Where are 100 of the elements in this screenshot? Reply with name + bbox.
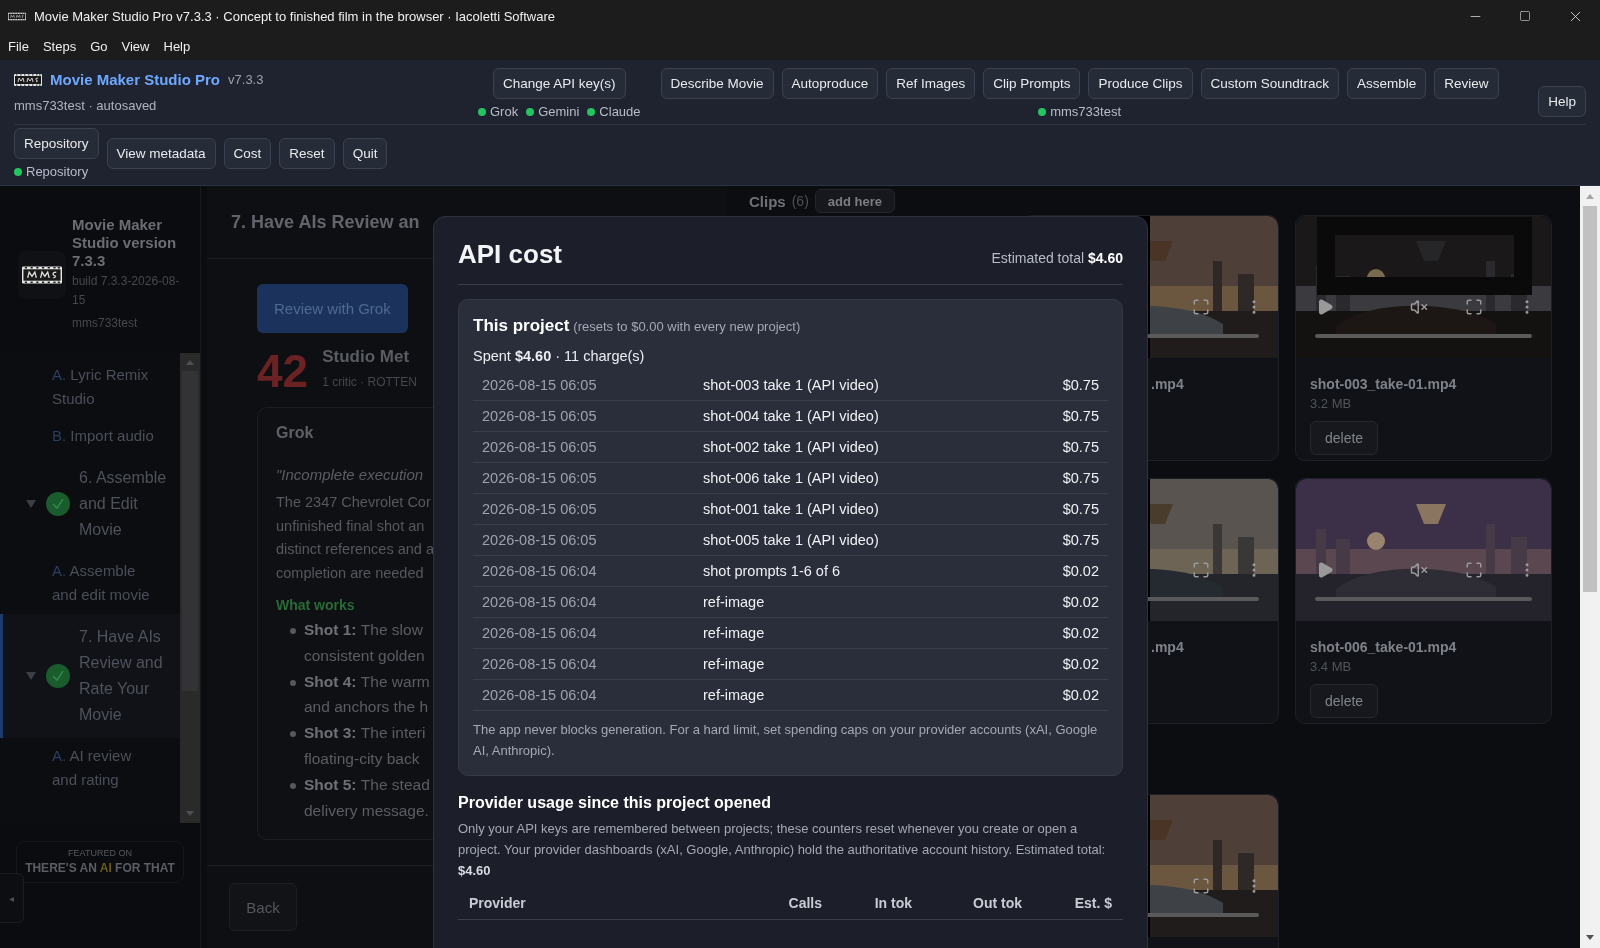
charge-cost: $0.02 [1062, 594, 1099, 610]
section-title: Provider usage since this project opened [458, 794, 772, 812]
menu-item[interactable]: View [114, 38, 157, 54]
charge-item: ref-image [703, 594, 766, 610]
charge-item: ref-image [703, 625, 766, 641]
fullscreen-icon[interactable] [1192, 561, 1210, 579]
step-button[interactable]: Autoproduce [781, 68, 879, 99]
charge-time: 2026-08-15 06:05 [482, 470, 598, 486]
bullet-icon [290, 628, 296, 634]
provider-status: Claude [587, 104, 641, 119]
charge-time: 2026-08-15 06:04 [482, 687, 598, 703]
action-button[interactable]: View metadata [106, 138, 216, 169]
clip-size: 3.4 MB [1310, 659, 1353, 674]
section-heading: What works [276, 597, 355, 613]
charge-cost: $0.75 [1062, 532, 1099, 548]
step-button[interactable]: Custom Soundtrack [1200, 68, 1340, 99]
charge-cost: $0.75 [1062, 470, 1099, 486]
menu-item[interactable]: Steps [35, 38, 84, 54]
play-icon[interactable] [1316, 298, 1334, 316]
review-quote: "Incomplete execution [276, 466, 424, 483]
charge-cost: $0.75 [1062, 501, 1099, 517]
charge-item: ref-image [703, 687, 766, 703]
charge-item: shot-004 take 1 (API video) [703, 408, 880, 424]
review-text: completion are needed [276, 563, 424, 583]
clip-name: .mp4 [1151, 376, 1184, 392]
app-name: Movie Maker Studio Pro [50, 71, 221, 88]
charge-item: shot prompts 1-6 of 6 [703, 563, 841, 579]
action-button[interactable]: Reset [279, 138, 335, 169]
clip-name: shot-006_take-01.mp4 [1310, 639, 1457, 655]
menu-item[interactable]: Help [156, 38, 198, 54]
clip-name: shot-003_take-01.mp4 [1310, 376, 1457, 392]
fullscreen-icon[interactable] [1465, 561, 1483, 579]
clip-size: 3.2 MB [1310, 396, 1353, 411]
charge-cost: $0.02 [1062, 656, 1099, 672]
review-text: Shot 5: The stead [304, 774, 430, 795]
progress-track[interactable] [1315, 597, 1532, 601]
scrollbar[interactable] [180, 353, 200, 823]
review-text: Shot 3: The interi [304, 723, 426, 744]
featured-brand: THERE'S AN AI FOR THAT [25, 861, 175, 876]
scroll-down-icon[interactable] [1585, 932, 1595, 942]
action-button[interactable]: Quit [342, 138, 388, 169]
bullet-icon [290, 782, 296, 789]
app-logo-icon [8, 11, 26, 21]
fullscreen-icon[interactable] [1465, 298, 1483, 316]
step-button[interactable]: Clip Prompts [983, 68, 1081, 99]
account-status: mms733test [1038, 104, 1121, 119]
action-button[interactable]: Cost [223, 138, 272, 169]
step-button[interactable]: Produce Clips [1088, 68, 1193, 99]
provider-status: Grok [478, 104, 519, 119]
progress-track[interactable] [1315, 334, 1532, 338]
charge-time: 2026-08-15 06:04 [482, 625, 598, 641]
charge-item: shot-006 take 1 (API video) [703, 470, 880, 486]
help-button[interactable]: Help [1538, 85, 1586, 117]
step-button[interactable]: Describe Movie [660, 68, 774, 99]
play-icon[interactable] [1316, 561, 1334, 579]
maximize-icon[interactable] [1519, 10, 1531, 22]
review-text: unfinished final shot an [276, 516, 425, 536]
charge-item: shot-005 take 1 (API video) [703, 532, 880, 548]
app-version: v7.3.3 [228, 72, 264, 87]
fullscreen-icon[interactable] [1192, 877, 1210, 895]
menu-item[interactable]: File [1, 38, 36, 54]
mute-icon[interactable] [1410, 561, 1428, 579]
fullscreen-icon[interactable] [1192, 298, 1210, 316]
bullet-icon [290, 731, 296, 738]
user-label: mms733test [72, 315, 139, 332]
clips-count: (6) [791, 193, 809, 209]
step-button[interactable]: Ref Images [886, 68, 976, 99]
column-header: Provider [469, 895, 527, 911]
charge-cost: $0.75 [1062, 377, 1099, 393]
menu-item[interactable]: Go [83, 38, 115, 54]
section-note: (resets to $0.00 with every new project) [573, 319, 801, 334]
step-button[interactable]: Review [1434, 68, 1499, 99]
api-keys-button[interactable]: Change API key(s) [493, 68, 626, 99]
score-title: Studio Met [322, 347, 411, 367]
add-here-button[interactable]: add here [814, 189, 895, 213]
repository-button[interactable]: Repository [14, 128, 99, 159]
clip-name: .mp4 [1151, 639, 1184, 655]
charge-item: shot-001 take 1 (API video) [703, 501, 880, 517]
app-logo-icon [14, 72, 42, 87]
charge-item: shot-003 take 1 (API video) [703, 377, 880, 393]
charge-time: 2026-08-15 06:05 [482, 408, 598, 424]
spent-summary: Spent $4.60 · 11 charge(s) [473, 348, 646, 364]
scrollbar-thumb[interactable] [1583, 206, 1597, 592]
clips-title: Clips [749, 192, 786, 210]
review-text: distinct references and a [276, 540, 434, 559]
charge-time: 2026-08-15 06:04 [482, 563, 598, 579]
window-title: Movie Maker Studio Pro v7.3.3 · Concept to finished film in the browser · Iacoletti Software [34, 8, 555, 24]
step-heading: 7. Have AIs Review an [231, 211, 420, 233]
review-text: Shot 4: The warm [304, 671, 430, 692]
mute-icon[interactable] [1410, 298, 1428, 316]
scrollbar[interactable] [1580, 186, 1600, 948]
step-button[interactable]: Assemble [1347, 68, 1427, 99]
featured-caption: FEATURED ON [67, 848, 133, 858]
review-text: The 2347 Chevrolet Cor [276, 493, 431, 512]
delete-button[interactable]: delete [1310, 421, 1379, 455]
charge-time: 2026-08-15 06:05 [482, 377, 598, 393]
bullet-icon [290, 679, 296, 686]
repository-status: Repository [14, 164, 89, 179]
delete-button[interactable]: delete [1310, 684, 1379, 718]
charge-time: 2026-08-15 06:04 [482, 656, 598, 672]
